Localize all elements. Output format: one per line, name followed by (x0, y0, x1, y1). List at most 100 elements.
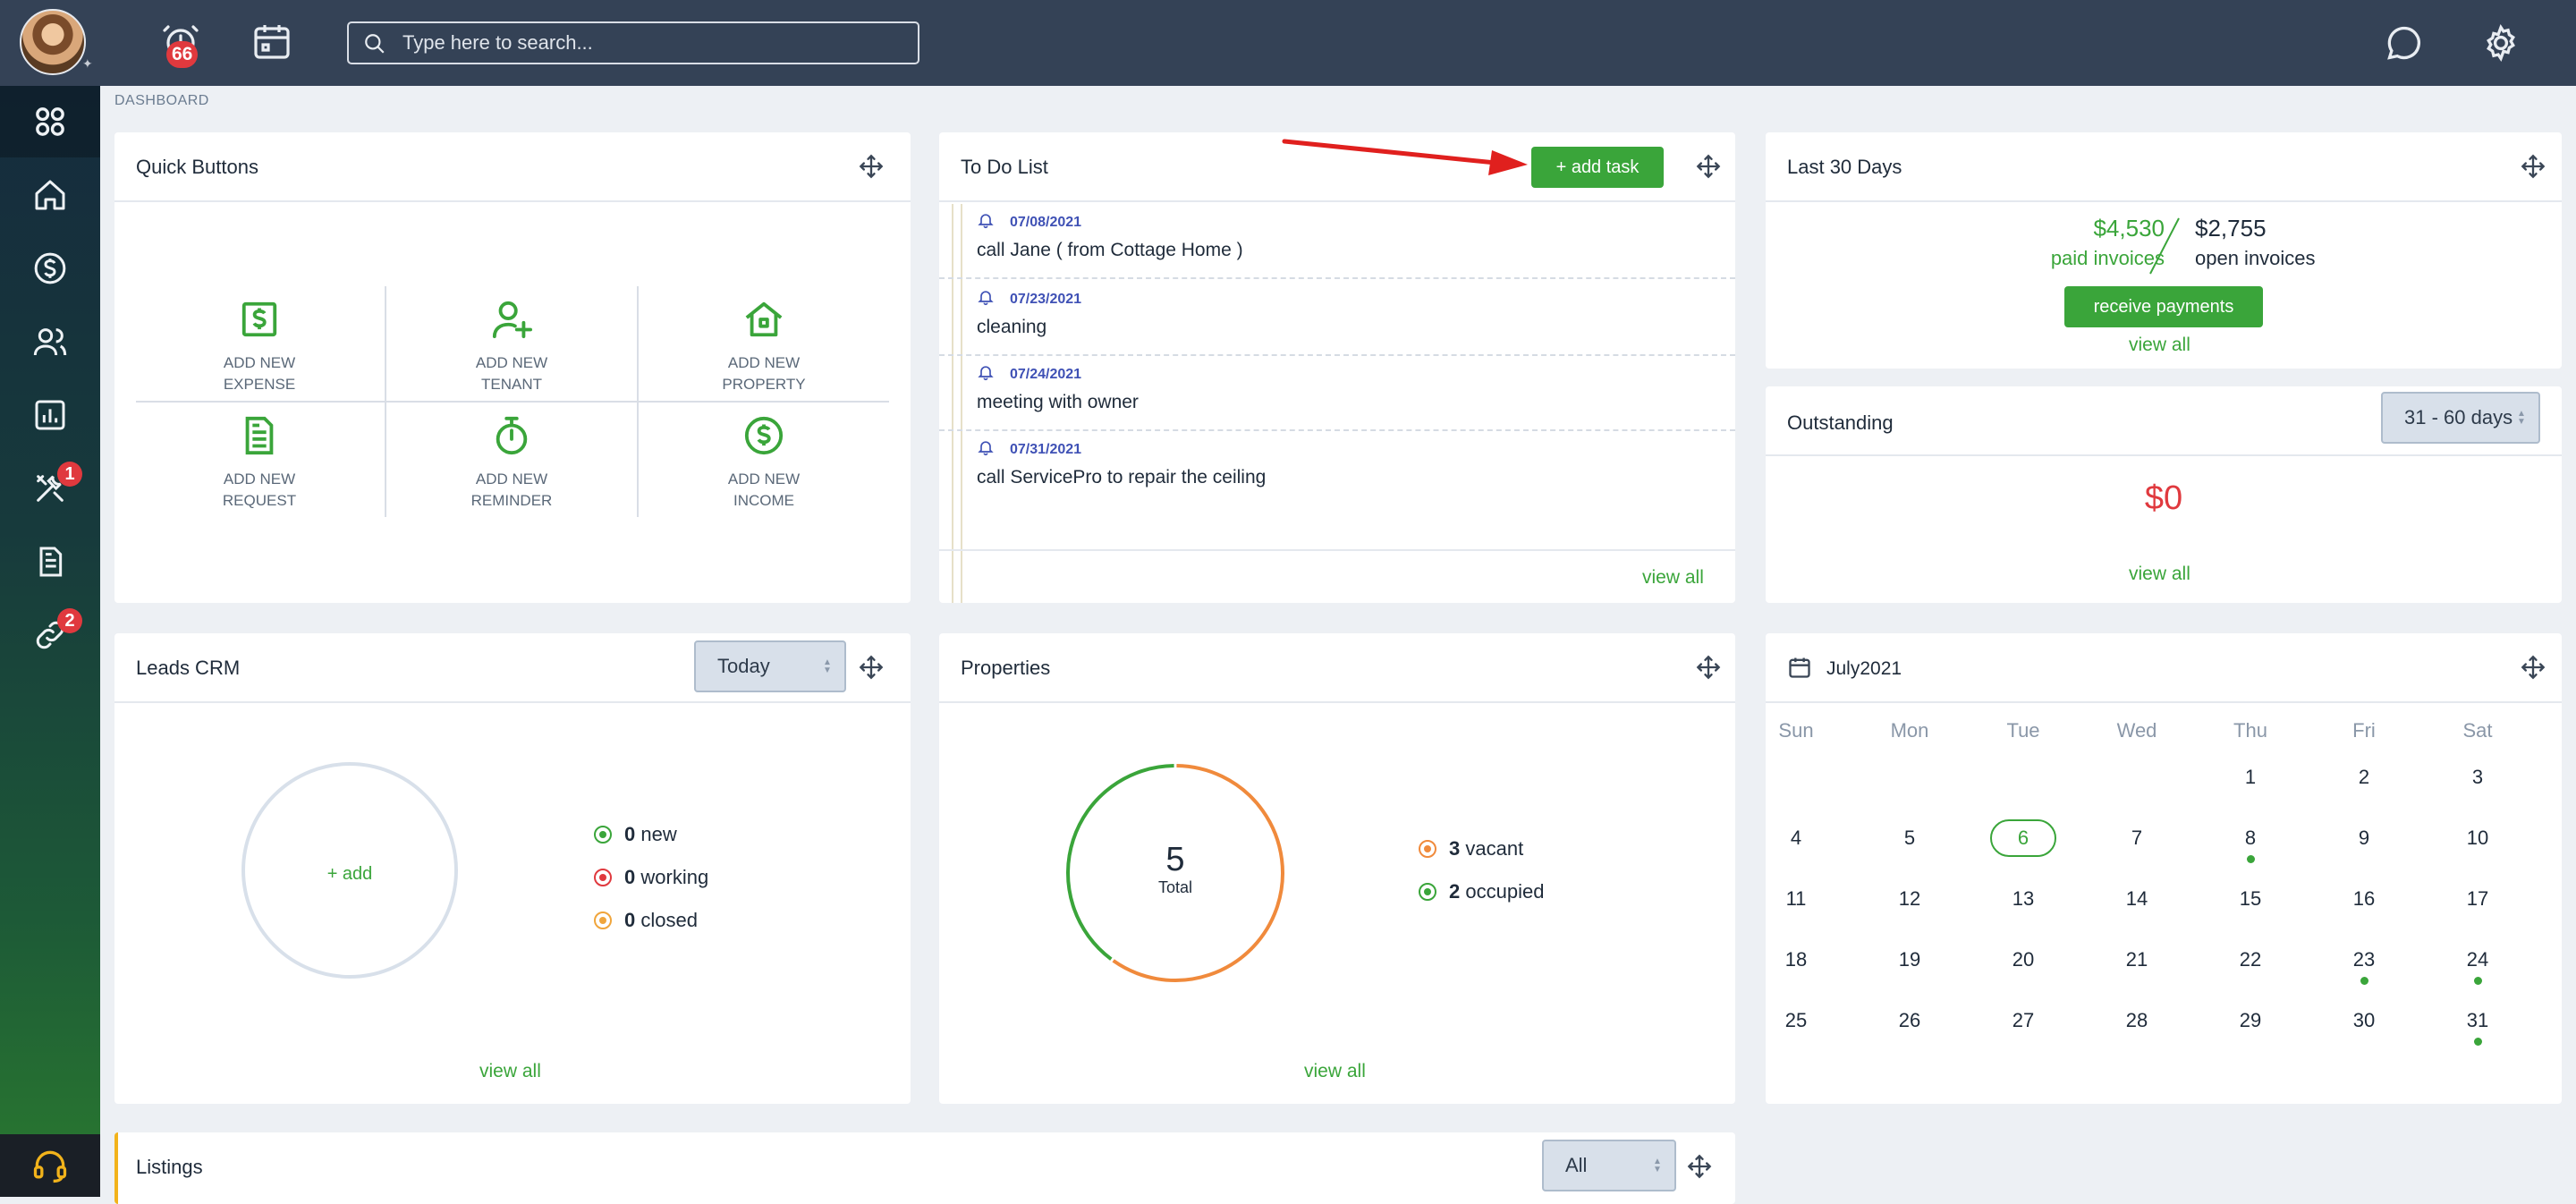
calendar-day[interactable]: 8 (2206, 827, 2295, 850)
properties-view-all-link[interactable]: view all (1304, 1061, 1366, 1082)
calendar-day[interactable]: 10 (2433, 827, 2522, 850)
event-dot (2247, 855, 2255, 863)
legend-label: new (640, 823, 677, 845)
gear-icon[interactable] (2481, 23, 2521, 63)
legend-label: occupied (1465, 880, 1545, 903)
calendar-day[interactable]: 14 (2092, 887, 2182, 911)
move-icon[interactable] (859, 655, 884, 680)
calendar-day[interactable]: 21 (2092, 948, 2182, 971)
calendar-day[interactable]: 28 (2092, 1009, 2182, 1032)
move-icon[interactable] (859, 154, 884, 179)
calendar-day[interactable]: 11 (1751, 887, 1841, 911)
calendar-icon[interactable] (250, 20, 293, 63)
calendar-day[interactable]: 12 (1865, 887, 1954, 911)
calendar-weekday-label: Fri (2352, 719, 2376, 742)
move-icon[interactable] (1696, 655, 1721, 680)
calendar-day[interactable]: 9 (2319, 827, 2409, 850)
calendar-day[interactable]: 4 (1751, 827, 1841, 850)
maintenance-badge: 1 (57, 462, 82, 487)
sidebar-item-dashboard[interactable] (0, 86, 100, 157)
outstanding-view-all-link[interactable]: view all (2129, 564, 2190, 585)
todo-item[interactable]: 07/08/2021 call Jane ( from Cottage Home… (939, 204, 1735, 279)
search-icon (363, 32, 386, 55)
move-icon[interactable] (2521, 154, 2546, 179)
properties-total: 5 (1165, 841, 1185, 878)
calendar-day[interactable]: 5 (1865, 827, 1954, 850)
sidebar-item-reports[interactable] (0, 379, 100, 451)
listings-filter-select[interactable]: All ▲ ▼ (1542, 1140, 1676, 1191)
add-expense-button[interactable]: ADD NEW EXPENSE (134, 292, 385, 408)
receive-payments-button[interactable]: receive payments (2064, 286, 2263, 327)
sidebar-item-links[interactable]: 2 (0, 599, 100, 671)
legend-vacant: 3 vacant (1419, 837, 1523, 861)
calendar-day[interactable]: 19 (1865, 948, 1954, 971)
leads-period-select[interactable]: Today ▲ ▼ (694, 640, 846, 692)
last30-view-all-link[interactable]: view all (2129, 335, 2190, 356)
leads-view-all-link[interactable]: view all (479, 1061, 541, 1082)
legend-count: 0 (624, 866, 636, 888)
calendar-day[interactable]: 1 (2206, 766, 2295, 789)
calendar-day[interactable]: 26 (1865, 1009, 1954, 1032)
search-input[interactable] (401, 29, 902, 57)
add-lead-link[interactable]: + add (242, 864, 458, 885)
paid-amount: $4,530 (2093, 215, 2165, 242)
add-task-button[interactable]: + add task (1531, 147, 1664, 188)
calendar-day[interactable]: 3 (2433, 766, 2522, 789)
calendar-weekday-label: Tue (2006, 719, 2040, 742)
dollar-circle-icon (744, 416, 784, 455)
card-title: Properties (961, 657, 1051, 679)
chat-icon[interactable] (2385, 23, 2424, 63)
calendar-day[interactable]: 20 (1979, 948, 2068, 971)
calendar-day[interactable]: 30 (2319, 1009, 2409, 1032)
move-icon[interactable] (2521, 655, 2546, 680)
calendar-day[interactable]: 25 (1751, 1009, 1841, 1032)
search-box[interactable] (347, 21, 919, 64)
add-property-button[interactable]: ADD NEW PROPERTY (639, 292, 889, 408)
calendar-day[interactable]: 29 (2206, 1009, 2295, 1032)
qb-line1: ADD NEW (475, 354, 548, 371)
calendar-day[interactable]: 17 (2433, 887, 2522, 911)
todo-item[interactable]: 07/23/2021 cleaning (939, 281, 1735, 356)
calendar-day[interactable]: 18 (1751, 948, 1841, 971)
add-income-button[interactable]: ADD NEW INCOME (639, 408, 889, 524)
qb-line2: REMINDER (470, 492, 553, 509)
calendar-day[interactable]: 22 (2206, 948, 2295, 971)
calendar-day[interactable]: 16 (2319, 887, 2409, 911)
add-reminder-button[interactable]: ADD NEW REMINDER (386, 408, 637, 524)
move-icon[interactable] (1696, 154, 1721, 179)
open-label: open invoices (2195, 247, 2316, 269)
move-icon[interactable] (1687, 1154, 1712, 1179)
select-value: Today (717, 655, 770, 677)
calendar-day[interactable]: 23 (2319, 948, 2409, 971)
add-request-button[interactable]: ADD NEW REQUEST (134, 408, 385, 524)
add-tenant-button[interactable]: ADD NEW TENANT (386, 292, 637, 408)
calendar-day[interactable]: 2 (2319, 766, 2409, 789)
calendar-day[interactable]: 7 (2092, 827, 2182, 850)
sidebar-item-money[interactable] (0, 233, 100, 304)
calendar-day[interactable]: 31 (2433, 1009, 2522, 1032)
document-icon (39, 547, 63, 577)
calendar-day[interactable]: 15 (2206, 887, 2295, 911)
calendar-day[interactable]: 6 (1979, 827, 2068, 850)
todo-item[interactable]: 07/24/2021 meeting with owner (939, 356, 1735, 431)
calendar-day[interactable]: 24 (2433, 948, 2522, 971)
sidebar-item-home[interactable] (0, 159, 100, 231)
sidebar-item-documents[interactable] (0, 526, 100, 598)
sidebar-item-people[interactable] (0, 306, 100, 377)
quick-buttons-card: Quick Buttons ADD NEW EXPENSE ADD NEW TE… (114, 132, 911, 603)
todo-item[interactable]: 07/31/2021 call ServicePro to repair the… (939, 431, 1735, 551)
bell-icon (978, 366, 994, 381)
legend-label: closed (640, 909, 698, 931)
user-avatar[interactable] (20, 9, 86, 75)
calendar-month-title[interactable]: July2021 (1826, 658, 1902, 680)
updown-icon: ▲ ▼ (2517, 409, 2526, 427)
sidebar-item-maintenance[interactable]: 1 (0, 453, 100, 524)
card-title: To Do List (961, 156, 1048, 178)
todo-view-all-link[interactable]: view all (1642, 567, 1704, 589)
support-button[interactable] (0, 1134, 100, 1197)
calendar-day[interactable]: 27 (1979, 1009, 2068, 1032)
calendar-day[interactable]: 13 (1979, 887, 2068, 911)
breadcrumb[interactable]: DASHBOARD (114, 93, 209, 109)
outstanding-range-select[interactable]: 31 - 60 days ▲ ▼ (2381, 392, 2540, 444)
todo-text: meeting with owner (977, 392, 1139, 412)
